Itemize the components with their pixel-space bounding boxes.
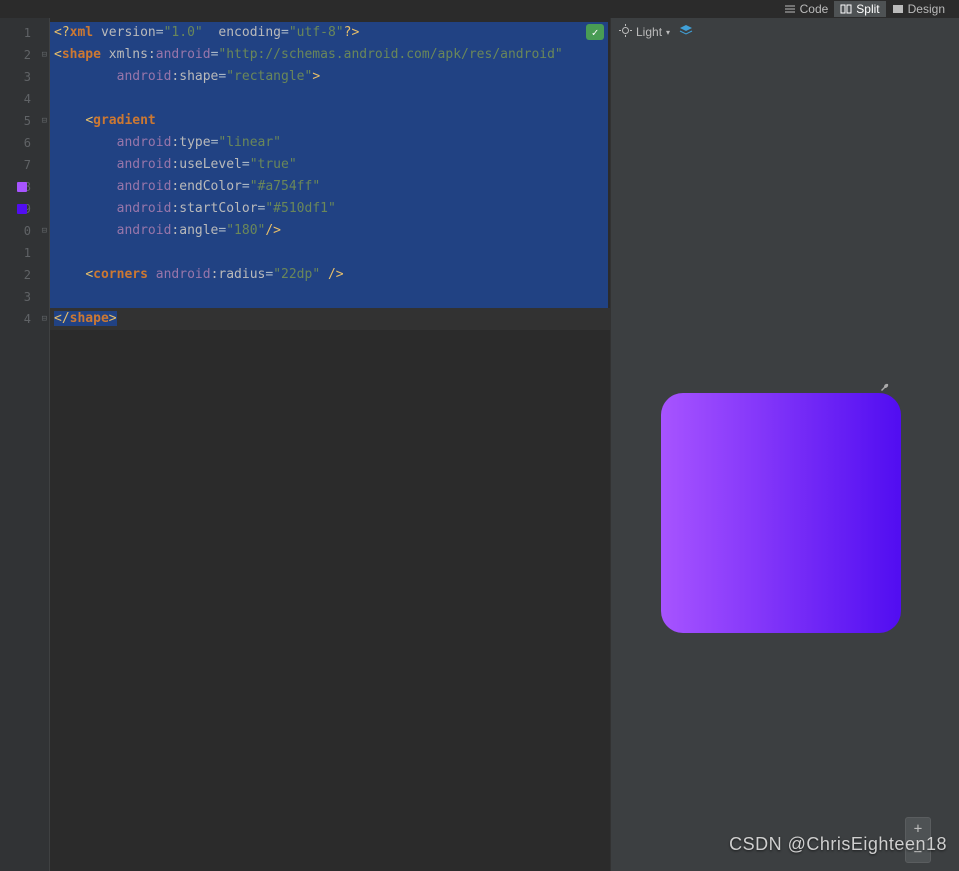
wrench-icon[interactable] bbox=[879, 378, 891, 390]
line-number: 1 bbox=[0, 22, 49, 44]
code-line: android:startColor="#510df1" bbox=[50, 198, 610, 220]
code-line: <?xml version="1.0" encoding="utf-8"?> bbox=[50, 22, 610, 44]
line-number: 5⊟ bbox=[0, 110, 49, 132]
code-line: android:endColor="#a754ff" bbox=[50, 176, 610, 198]
split-icon bbox=[840, 3, 852, 15]
code-line: android:shape="rectangle"> bbox=[50, 66, 610, 88]
fold-icon[interactable]: ⊟ bbox=[42, 50, 47, 60]
validation-ok-icon[interactable]: ✓ bbox=[586, 24, 604, 40]
theme-label: Light bbox=[636, 25, 662, 39]
line-number: 3 bbox=[0, 66, 49, 88]
tab-code[interactable]: Code bbox=[778, 1, 835, 17]
theme-selector[interactable]: Light ▾ bbox=[619, 24, 670, 40]
line-number: 6 bbox=[0, 132, 49, 154]
tab-split[interactable]: Split bbox=[834, 1, 885, 17]
line-number: 3 bbox=[0, 286, 49, 308]
color-swatch-start[interactable] bbox=[17, 204, 27, 214]
line-number: 0⊟ bbox=[0, 220, 49, 242]
code-line: android:useLevel="true" bbox=[50, 154, 610, 176]
preview-canvas[interactable] bbox=[611, 46, 959, 871]
line-number: 4⊟ bbox=[0, 308, 49, 330]
code-editor: 1 2⊟ 3 4 5⊟ 6 7 8 9 0⊟ 1 2 3 4⊟ <?xml ve… bbox=[0, 18, 610, 871]
color-swatch-end[interactable] bbox=[17, 182, 27, 192]
fold-close-icon[interactable]: ⊟ bbox=[42, 314, 47, 324]
code-line bbox=[50, 242, 610, 264]
fold-icon[interactable]: ⊟ bbox=[42, 116, 47, 126]
tab-code-label: Code bbox=[800, 2, 829, 16]
line-number: 2 bbox=[0, 264, 49, 286]
code-line: android:type="linear" bbox=[50, 132, 610, 154]
watermark-text: CSDN @ChrisEighteen18 bbox=[729, 834, 947, 855]
tab-split-label: Split bbox=[856, 2, 879, 16]
preview-toolbar: Light ▾ bbox=[611, 18, 959, 46]
tab-design[interactable]: Design bbox=[886, 1, 951, 17]
chevron-down-icon: ▾ bbox=[666, 28, 670, 37]
code-line bbox=[50, 88, 610, 110]
code-line bbox=[50, 286, 610, 308]
code-line: android:angle="180"/> bbox=[50, 220, 610, 242]
line-number: 7 bbox=[0, 154, 49, 176]
drawable-preview-shape bbox=[661, 393, 901, 633]
sun-icon bbox=[619, 24, 632, 40]
line-number: 1 bbox=[0, 242, 49, 264]
tab-design-label: Design bbox=[908, 2, 945, 16]
design-preview-panel: Light ▾ + − bbox=[610, 18, 959, 871]
line-number: 4 bbox=[0, 88, 49, 110]
code-line: <gradient bbox=[50, 110, 610, 132]
line-number: 8 bbox=[0, 176, 49, 198]
code-line: <shape xmlns:android="http://schemas.and… bbox=[50, 44, 610, 66]
code-icon bbox=[784, 3, 796, 15]
main-split: 1 2⊟ 3 4 5⊟ 6 7 8 9 0⊟ 1 2 3 4⊟ <?xml ve… bbox=[0, 18, 959, 871]
view-mode-tabs: Code Split Design bbox=[778, 0, 951, 18]
code-line-current: </shape> bbox=[50, 308, 610, 330]
editor-gutter: 1 2⊟ 3 4 5⊟ 6 7 8 9 0⊟ 1 2 3 4⊟ bbox=[0, 18, 50, 871]
line-number: 9 bbox=[0, 198, 49, 220]
design-icon bbox=[892, 3, 904, 15]
layers-icon[interactable] bbox=[678, 23, 694, 42]
line-number: 2⊟ bbox=[0, 44, 49, 66]
code-text-area[interactable]: <?xml version="1.0" encoding="utf-8"?> <… bbox=[50, 18, 610, 871]
code-line: <corners android:radius="22dp" /> bbox=[50, 264, 610, 286]
fold-close-icon[interactable]: ⊟ bbox=[42, 226, 47, 236]
